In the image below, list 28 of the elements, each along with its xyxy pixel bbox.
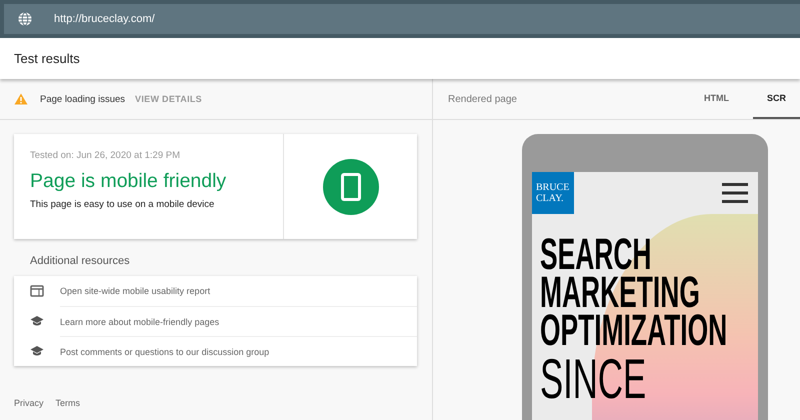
resource-link[interactable]: Post comments or questions to our discussion group	[60, 336, 417, 366]
headline-text: SEARCH	[540, 236, 652, 274]
footer-link[interactable]: Terms	[56, 398, 80, 408]
graduation-cap-icon	[30, 345, 44, 357]
globe-icon	[18, 12, 32, 26]
resource-link[interactable]: Learn more about mobile-friendly pages	[60, 306, 417, 336]
verdict-heading: Page is mobile friendly	[30, 170, 228, 193]
warning-icon	[14, 93, 28, 105]
resource-link[interactable]: Open site-wide mobile usability report	[60, 276, 417, 306]
url-text: http://bruceclay.com/	[54, 13, 155, 25]
subline-text: SINCE	[540, 352, 646, 406]
issue-label: Page loading issues	[40, 94, 126, 104]
window-icon	[30, 285, 44, 297]
menu-icon[interactable]	[722, 182, 748, 204]
site-logo: BRUCE CLAY.	[532, 172, 574, 214]
panel-title: Rendered page	[448, 94, 518, 104]
tab[interactable]: HTML	[690, 79, 743, 119]
tested-on-text: Tested on: Jun 26, 2020 at 1:29 PM	[30, 150, 181, 161]
headline-text: MARKETING	[540, 274, 700, 312]
url-bar[interactable]: http://bruceclay.com/	[4, 4, 800, 34]
graduation-cap-icon	[30, 315, 44, 327]
page-title: Test results	[14, 51, 80, 66]
headline-text: OPTIMIZATION	[540, 312, 728, 350]
verdict-description: This page is easy to use on a mobile device	[30, 199, 216, 210]
section-heading: Additional resources	[30, 255, 131, 267]
footer-link[interactable]: Privacy	[14, 398, 44, 408]
mobile-phone-icon	[322, 158, 378, 214]
tab[interactable]: SCR	[752, 79, 800, 119]
